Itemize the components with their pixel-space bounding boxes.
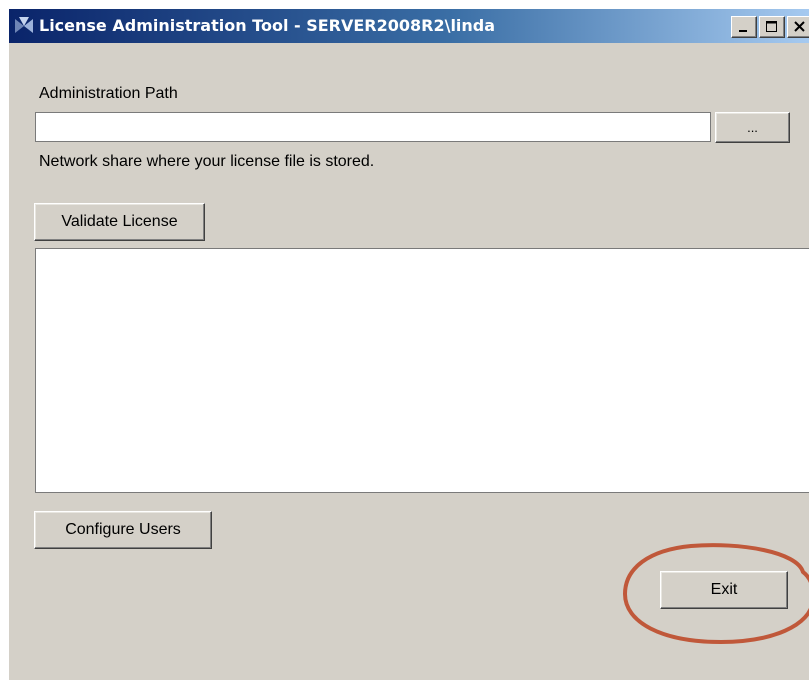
title-bar[interactable]: License Administration Tool - SERVER2008… [9, 9, 809, 43]
maximize-button[interactable] [759, 16, 785, 38]
minimize-icon [739, 30, 747, 32]
browse-button[interactable]: ... [715, 112, 790, 143]
configure-users-button[interactable]: Configure Users [34, 511, 212, 549]
maximize-icon [766, 21, 777, 32]
license-results-box[interactable] [35, 248, 809, 493]
app-logo-icon [15, 17, 33, 33]
administration-path-label: Administration Path [39, 85, 178, 102]
minimize-button[interactable] [731, 16, 757, 38]
validate-license-button[interactable]: Validate License [34, 203, 205, 241]
administration-path-input[interactable] [35, 112, 711, 142]
license-admin-window: License Administration Tool - SERVER2008… [8, 8, 809, 680]
close-button[interactable] [787, 16, 809, 38]
window-title: License Administration Tool - SERVER2008… [39, 16, 496, 35]
close-icon [794, 21, 805, 32]
administration-path-hint: Network share where your license file is… [39, 153, 375, 170]
exit-button[interactable]: Exit [660, 571, 788, 609]
